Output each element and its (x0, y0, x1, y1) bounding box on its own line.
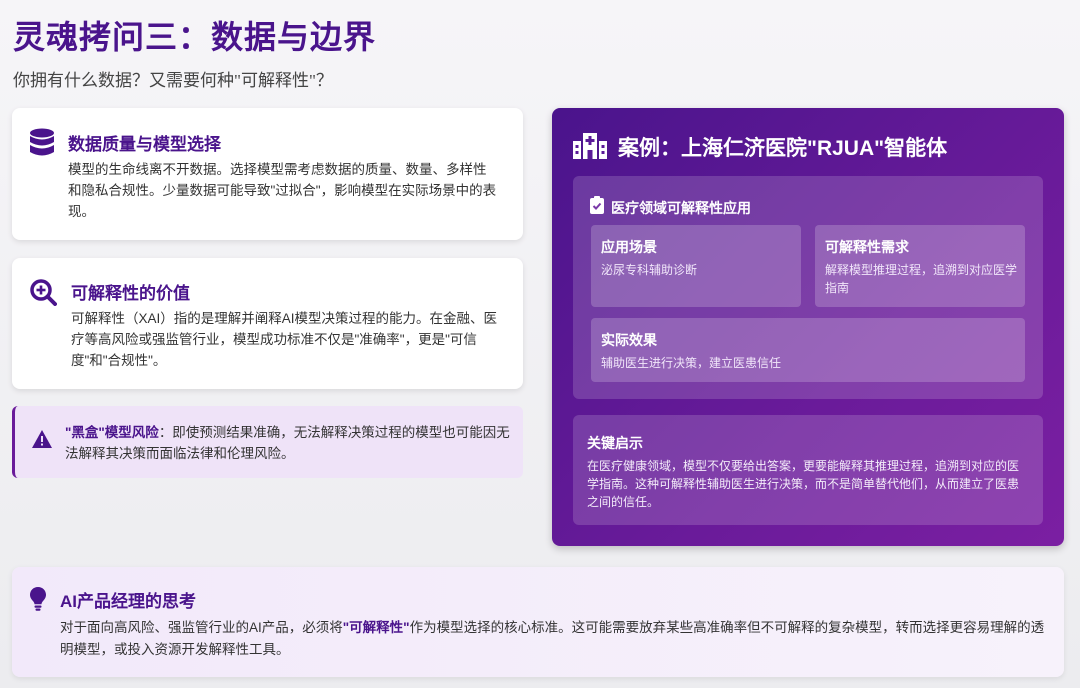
card-title: 可解释性的价值 (71, 284, 190, 303)
hospital-icon (573, 133, 607, 164)
page-title: 灵魂拷问三：数据与边界 (13, 19, 377, 55)
pm-thinking-card: AI产品经理的思考 对于面向高风险、强监管行业的AI产品，必须将"可解释性"作为… (12, 567, 1064, 677)
cell-title: 应用场景 (601, 239, 657, 255)
application-title: 医疗领域可解释性应用 (611, 200, 751, 216)
application-box: 医疗领域可解释性应用 应用场景 泌尿专科辅助诊断 可解释性需求 解释模型推理过程… (573, 176, 1043, 399)
cell-title: 可解释性需求 (825, 239, 909, 255)
lightbulb-icon (30, 587, 46, 616)
cell-title: 实际效果 (601, 332, 657, 348)
search-plus-icon (29, 278, 57, 311)
text-part: 对于面向高风险、强监管行业的AI产品，必须将 (60, 620, 343, 635)
pm-thinking-text: 对于面向高风险、强监管行业的AI产品，必须将"可解释性"作为模型选择的核心标准。… (60, 617, 1055, 661)
card-text: 可解释性（XAI）指的是理解并阐释AI模型决策过程的能力。在金融、医疗等高风险或… (71, 311, 498, 368)
card-title: 数据质量与模型选择 (68, 135, 221, 154)
text-emphasis: "可解释性" (342, 620, 410, 635)
requirement-cell: 可解释性需求 解释模型推理过程，追溯到对应医学指南 (815, 225, 1025, 307)
insight-box: 关键启示 在医疗健康领域，模型不仅要给出答案，更要能解释其推理过程，追溯到对应的… (573, 415, 1043, 525)
cell-text: 泌尿专科辅助诊断 (601, 263, 698, 277)
warning-text: "黑盒"模型风险：即使预测结果准确，无法解释决策过程的模型也可能因无法解释其决策… (65, 422, 517, 464)
black-box-warning: "黑盒"模型风险：即使预测结果准确，无法解释决策过程的模型也可能因无法解释其决策… (12, 406, 523, 478)
warning-icon (31, 429, 53, 454)
insight-title: 关键启示 (587, 435, 643, 451)
explainability-card: 可解释性的价值 可解释性（XAI）指的是理解并阐释AI模型决策过程的能力。在金融… (12, 258, 523, 389)
card-text: 模型的生命线离不开数据。选择模型需考虑数据的质量、数量、多样性和隐私合规性。少量… (68, 162, 497, 219)
cell-text: 辅助医生进行决策，建立医患信任 (601, 356, 782, 370)
insight-text: 在医疗健康领域，模型不仅要给出答案，更要能解释其推理过程，追溯到对应的医学指南。… (587, 459, 1020, 509)
warning-label: "黑盒"模型风险 (65, 425, 159, 440)
scenario-cell: 应用场景 泌尿专科辅助诊断 (591, 225, 801, 307)
case-title: 案例：上海仁济医院"RJUA"智能体 (618, 137, 948, 160)
case-panel: 案例：上海仁济医院"RJUA"智能体 医疗领域可解释性应用 应用场景 泌尿专科辅… (552, 108, 1064, 546)
clipboard-check-icon (590, 196, 604, 219)
cell-text: 解释模型推理过程，追溯到对应医学指南 (825, 263, 1018, 295)
effect-cell: 实际效果 辅助医生进行决策，建立医患信任 (591, 318, 1025, 382)
database-icon (29, 128, 55, 163)
data-quality-card: 数据质量与模型选择 模型的生命线离不开数据。选择模型需考虑数据的质量、数量、多样… (12, 108, 523, 240)
page-subtitle: 你拥有什么数据？又需要何种"可解释性"？ (13, 71, 333, 90)
pm-thinking-title: AI产品经理的思考 (60, 592, 196, 611)
